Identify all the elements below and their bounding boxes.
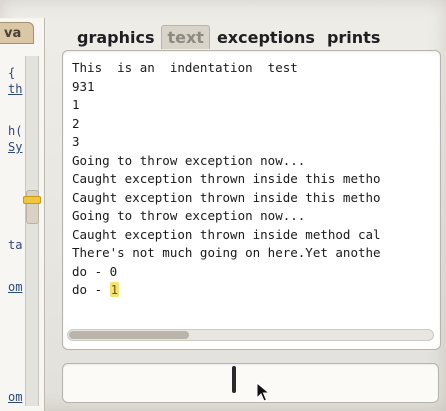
output-line: There's not much going on here.Yet anoth… xyxy=(72,245,381,260)
output-line: 3 xyxy=(72,134,80,149)
text-output-panel[interactable]: This is an indentation test 931 1 2 3 Go… xyxy=(62,50,441,350)
mouse-pointer-icon xyxy=(256,382,271,402)
left-vertical-scrollbar[interactable] xyxy=(25,56,39,406)
output-line: This is an indentation test xyxy=(72,60,298,75)
code-fragment: { xyxy=(8,66,16,80)
tab-prints[interactable]: prints xyxy=(322,26,385,49)
output-line: Caught exception thrown inside method ca… xyxy=(72,226,381,242)
last-line-prefix: do - xyxy=(72,282,110,297)
output-text: This is an indentation test 931 1 2 3 Go… xyxy=(72,59,438,300)
output-line: do - 0 xyxy=(72,263,118,279)
output-line: Going to throw exception now... xyxy=(72,208,306,223)
output-line-last: do - 1 xyxy=(72,281,438,300)
code-fragment: Sy xyxy=(8,140,23,154)
code-fragment: ta xyxy=(8,238,23,252)
code-fragment: om xyxy=(8,280,23,294)
text-caret xyxy=(232,366,236,393)
tab-graphics[interactable]: graphics xyxy=(72,26,159,49)
output-tabs: graphics text exceptions prints xyxy=(72,24,387,50)
code-fragment: th xyxy=(8,82,23,96)
scroll-position-marker xyxy=(23,196,41,204)
output-line: Caught exception thrown inside this meth… xyxy=(72,171,381,186)
console-input[interactable] xyxy=(62,363,439,403)
output-line: Caught exception thrown inside this meth… xyxy=(72,189,381,205)
horizontal-scrollbar[interactable] xyxy=(67,329,434,341)
output-line: 2 xyxy=(72,115,80,131)
highlighted-value: 1 xyxy=(109,282,120,297)
code-fragment: om xyxy=(8,390,23,404)
code-fragment: h( xyxy=(8,124,23,138)
horizontal-scroll-thumb[interactable] xyxy=(69,331,189,339)
output-line: 931 xyxy=(72,78,95,94)
left-editor-tab[interactable]: va xyxy=(0,22,34,44)
tab-exceptions[interactable]: exceptions xyxy=(212,26,320,49)
output-line: Going to throw exception now... xyxy=(72,152,306,168)
output-line: 1 xyxy=(72,97,80,112)
tab-text[interactable]: text xyxy=(161,25,210,49)
